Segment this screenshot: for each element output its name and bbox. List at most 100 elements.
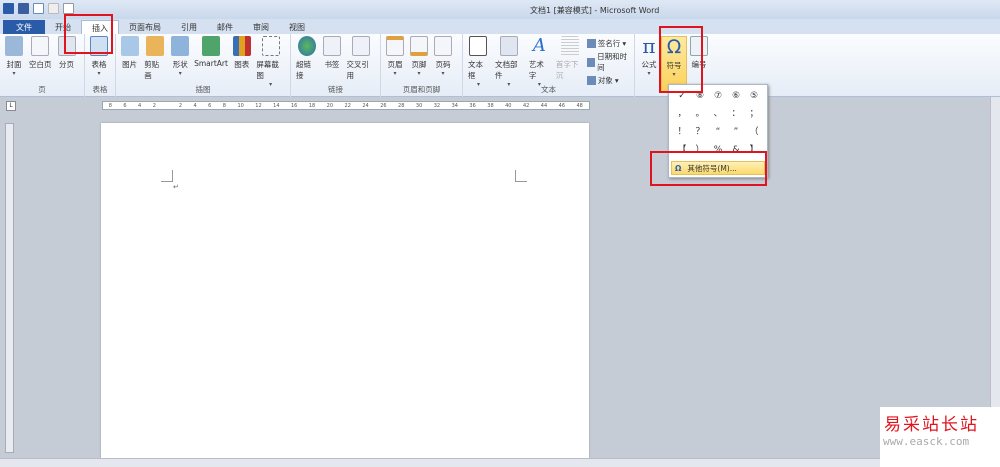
group-text: 文本框 ▾ 文档部件 ▾ A 艺术字 ▾ 首字下沉 签名行 ▾ 日期和时间 对象 ▾ 文本	[463, 34, 635, 97]
margin-mark	[161, 170, 173, 182]
quick-parts-icon	[499, 36, 518, 56]
symbol-item[interactable]: ⑤	[745, 87, 763, 105]
label: 文档部件	[494, 60, 518, 80]
label: 形状	[172, 60, 188, 69]
label: 表格	[91, 60, 107, 69]
ruler-tick-label: 22	[344, 103, 351, 109]
picture-icon	[120, 36, 139, 56]
shapes-icon	[171, 36, 190, 56]
symbol-item[interactable]: ，	[673, 105, 691, 123]
header-icon	[386, 36, 404, 56]
ruler-tick-label: 20	[326, 103, 334, 109]
symbol-item[interactable]: ？	[691, 123, 709, 141]
undo-icon[interactable]	[33, 3, 44, 14]
label: 图片	[122, 60, 138, 69]
label: 页码	[435, 60, 451, 69]
textbox-icon	[469, 36, 488, 56]
margin-mark	[515, 170, 527, 182]
vertical-scrollbar[interactable]	[990, 97, 1000, 458]
label: 屏幕截图	[256, 60, 279, 80]
signature-line-button[interactable]: 签名行 ▾	[586, 38, 632, 49]
save-icon[interactable]	[18, 3, 29, 14]
ruler-tick-label: 6	[208, 103, 212, 109]
label: 签名行	[597, 39, 621, 48]
redo-icon[interactable]	[48, 3, 59, 14]
date-time-button[interactable]: 日期和时间	[586, 51, 632, 73]
ruler-tick-label: 14	[273, 103, 280, 109]
label: 文本框	[468, 60, 483, 80]
tab-view[interactable]: 视图	[279, 20, 315, 35]
blank-page-icon	[31, 36, 50, 56]
ruler-tick-label: 26	[380, 103, 387, 109]
drop-cap-icon	[560, 36, 579, 56]
word-logo-icon	[3, 3, 14, 14]
symbol-item[interactable]: ：	[727, 105, 745, 123]
symbol-item[interactable]: ⑦	[709, 87, 727, 105]
watermark: 易采站长站 www.easck.com	[880, 407, 1000, 467]
chart-icon	[232, 36, 251, 56]
ruler-tick-label: 10	[237, 103, 244, 109]
ruler-tick-label: 4	[138, 103, 142, 109]
tab-file[interactable]: 文件	[3, 20, 45, 35]
wordart-icon: A	[532, 35, 546, 56]
tab-selector[interactable]: L	[6, 101, 16, 111]
bookmark-icon	[322, 36, 341, 56]
globe-icon	[297, 36, 316, 56]
ruler-tick-label: 8	[108, 103, 112, 109]
group-label: 链接	[328, 85, 343, 94]
page-number-icon	[434, 36, 452, 56]
document-page[interactable]: ↵	[101, 123, 589, 467]
label: 分页	[59, 60, 74, 69]
symbol-item[interactable]: ！	[673, 123, 691, 141]
horizontal-ruler[interactable]: 8 6 4 2 2 4 6 8 10 12 14 16 18 20 22 24 26 28 30 32 34 36 38 40…	[102, 101, 590, 110]
symbol-item[interactable]: ；	[745, 105, 763, 123]
label: 首字下沉	[555, 60, 579, 80]
ruler-tick-label: 44	[540, 103, 548, 109]
symbol-item[interactable]: ⑥	[727, 87, 745, 105]
ruler-tick-label: 38	[487, 103, 494, 109]
horizontal-scrollbar[interactable]	[0, 458, 1000, 467]
tab-page-layout[interactable]: 页面布局	[119, 20, 171, 35]
symbol-item[interactable]: （	[745, 123, 763, 141]
vertical-ruler[interactable]	[5, 123, 14, 453]
label: 图表	[234, 60, 250, 69]
tab-review[interactable]: 审阅	[243, 20, 279, 35]
ruler-tick-label: 34	[451, 103, 458, 109]
cover-page-icon	[5, 36, 23, 56]
label: 封面	[6, 60, 22, 69]
group-label: 页	[38, 85, 46, 94]
highlight-symbol-button	[659, 26, 703, 93]
title-bar: 文档1 [兼容模式] - Microsoft Word	[0, 0, 1000, 19]
ruler-tick-label: 12	[255, 103, 262, 109]
ruler-tick-label: 36	[469, 103, 476, 109]
ruler-tick-label: 40	[505, 103, 512, 109]
ruler-tick-label: 24	[362, 103, 369, 109]
highlight-more-symbols	[650, 151, 767, 186]
symbol-item[interactable]: 。	[691, 105, 709, 123]
highlight-insert-tab	[64, 14, 113, 54]
ruler-tick-label: 32	[433, 103, 441, 109]
ruler-tick-label: 2	[152, 103, 156, 109]
group-illustrations: 图片 剪贴画 形状 ▾ SmartArt 图表 屏幕截图 ▾ 插图	[116, 34, 291, 97]
tab-references[interactable]: 引用	[171, 20, 207, 35]
window-title: 文档1 [兼容模式] - Microsoft Word	[530, 6, 660, 15]
new-document-icon[interactable]	[63, 3, 74, 14]
watermark-name: 易采站长站	[884, 415, 979, 435]
label: 书签	[324, 60, 340, 69]
symbol-item[interactable]: 、	[709, 105, 727, 123]
ruler-tick-label: 4	[193, 103, 197, 109]
label: 艺术字	[528, 60, 544, 80]
ruler-tick-label: 42	[522, 103, 530, 109]
ruler-tick-label: 6	[123, 103, 127, 109]
ribbon: 封面 ▾ 空白页 分页 页 表格 ▾ 表格 图片 剪贴画 形状 ▾ SmartArt …	[0, 34, 1000, 97]
ruler-tick-label: 18	[308, 103, 316, 109]
label: 剪贴画	[144, 60, 160, 80]
label: 日期和时间	[597, 52, 628, 72]
equation-button[interactable]: π 公式 ▾	[637, 36, 661, 97]
ruler-tick-label: 48	[576, 103, 583, 109]
symbol-item[interactable]: ”	[727, 123, 745, 141]
tab-mailings[interactable]: 邮件	[207, 20, 243, 35]
label: 公式	[641, 60, 657, 69]
symbol-item[interactable]: “	[709, 123, 727, 141]
ruler-tick-label: 46	[558, 103, 566, 109]
